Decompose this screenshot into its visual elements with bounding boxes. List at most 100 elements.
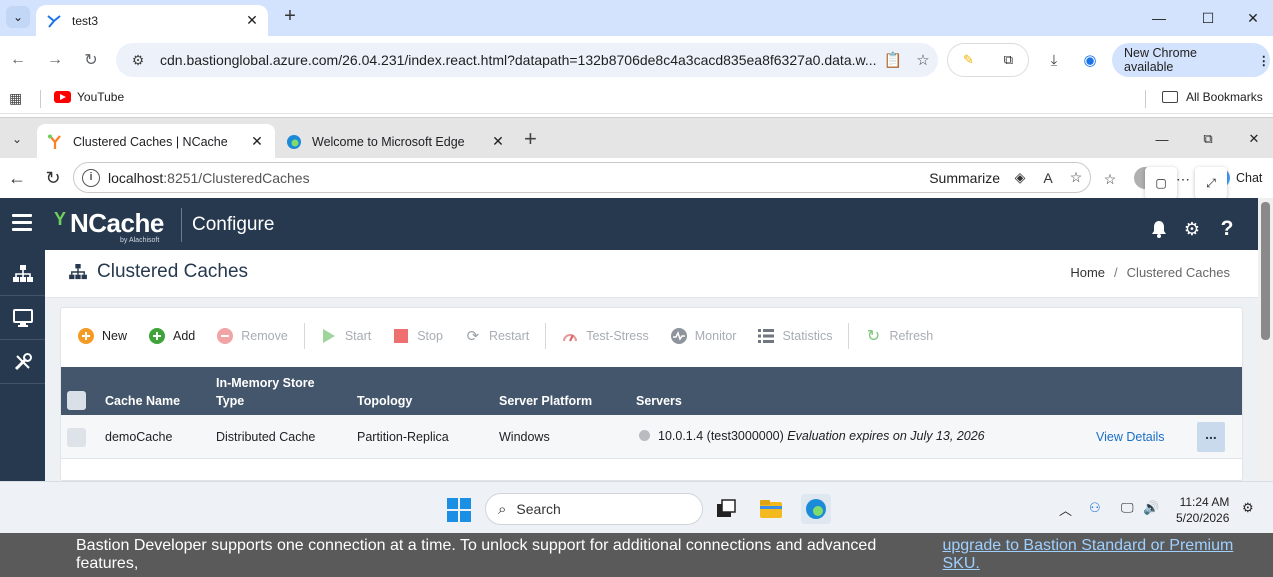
restart-button[interactable]: ⟳ Restart <box>465 328 530 345</box>
test-stress-button[interactable]: Test-Stress <box>562 328 649 344</box>
summarize-button[interactable]: Summarize <box>929 170 1000 186</box>
tab-welcome-edge[interactable]: Welcome to Microsoft Edge ✕ <box>276 124 516 159</box>
new-button[interactable]: New <box>78 328 127 344</box>
display-icon[interactable]: 🖵 <box>1121 500 1134 516</box>
split-screen-icon[interactable]: ▢ <box>1145 167 1177 199</box>
copilot-icon[interactable]: ◈ <box>1006 169 1034 186</box>
back-button[interactable]: ← <box>5 167 29 189</box>
clock-date: 5/20/2026 <box>1176 511 1230 525</box>
network-tray-icon[interactable]: ⚇ <box>1089 500 1101 516</box>
more-menu-icon[interactable]: ⋮ <box>1258 53 1271 68</box>
scrollbar-thumb[interactable] <box>1261 202 1270 340</box>
profile-icon[interactable]: ◉ <box>1078 48 1102 72</box>
system-clock[interactable]: 11:24 AM 5/20/2026 <box>1176 494 1229 526</box>
sidebar-item-monitor[interactable] <box>0 296 45 340</box>
select-all-checkbox[interactable] <box>67 391 86 410</box>
help-icon[interactable]: ? <box>1216 217 1238 240</box>
col-store-type-line2[interactable]: Type <box>216 394 244 408</box>
new-tab-button[interactable]: + <box>278 4 302 28</box>
task-view-icon[interactable] <box>713 496 739 522</box>
clipboard-icon[interactable]: 📋 <box>878 51 908 69</box>
notifications-icon[interactable]: ⚙ <box>1242 500 1254 516</box>
sidebar-item-tools[interactable] <box>0 340 45 384</box>
apps-grid-icon[interactable]: ▦ <box>9 90 22 107</box>
downloads-icon[interactable]: ⤓ <box>1042 48 1066 72</box>
sitemap-icon <box>69 264 87 280</box>
sidebar-item-clusters[interactable] <box>0 252 45 296</box>
play-icon <box>321 328 337 344</box>
back-button[interactable]: ← <box>6 48 30 72</box>
upgrade-link[interactable]: upgrade to Bastion Standard or Premium S… <box>942 537 1273 573</box>
table-row[interactable]: demoCache Distributed Cache Partition-Re… <box>61 415 1242 459</box>
fullscreen-icon[interactable]: ⤢ <box>1195 167 1227 199</box>
close-tab-icon[interactable]: ✕ <box>244 12 260 29</box>
read-aloud-icon[interactable]: A <box>1034 170 1062 186</box>
col-topology[interactable]: Topology <box>357 394 412 408</box>
ncache-logo[interactable]: Y NCache by Alachisoft <box>52 204 170 244</box>
edge-address-bar[interactable]: i localhost:8251/ClusteredCaches Summari… <box>73 162 1091 193</box>
edge-taskbar-icon[interactable] <box>801 494 831 524</box>
statistics-button[interactable]: Statistics <box>758 328 832 344</box>
col-store-type-line1[interactable]: In-Memory Store <box>216 376 315 390</box>
row-more-button[interactable]: ... <box>1197 422 1225 452</box>
bell-icon[interactable] <box>1148 218 1170 240</box>
new-tab-button[interactable]: + <box>524 126 537 152</box>
bookmark-youtube[interactable]: YouTube <box>54 90 124 104</box>
taskbar-search[interactable]: ⌕ Search <box>485 493 703 525</box>
cell-topology: Partition-Replica <box>357 430 449 444</box>
file-explorer-icon[interactable] <box>758 496 784 522</box>
tab-actions-button[interactable]: ⌄ <box>6 128 28 150</box>
monitor-button[interactable]: Monitor <box>670 328 736 344</box>
col-servers[interactable]: Servers <box>636 394 682 408</box>
outer-tab-test3[interactable]: test3 ✕ <box>36 5 268 36</box>
tab-search-button[interactable]: ⌄ <box>6 6 30 28</box>
tab-clustered-caches[interactable]: Clustered Caches | NCache ✕ <box>37 124 275 159</box>
outer-url-text: cdn.bastionglobal.azure.com/26.04.231/in… <box>160 52 877 68</box>
start-label: Start <box>344 329 372 343</box>
new-chrome-available-button[interactable]: New Chrome available ⋮ <box>1112 43 1270 77</box>
folder-icon <box>1162 91 1178 103</box>
page-header: Clustered Caches Home / Clustered Caches <box>45 250 1258 298</box>
refresh-button[interactable]: ↻ <box>41 167 65 189</box>
stop-button[interactable]: Stop <box>393 328 443 344</box>
all-bookmarks-button[interactable]: All Bookmarks <box>1162 90 1263 104</box>
edge-url: localhost:8251/ClusteredCaches <box>108 170 929 186</box>
outer-address-bar[interactable]: ⚙ cdn.bastionglobal.azure.com/26.04.231/… <box>116 43 938 77</box>
add-button[interactable]: Add <box>149 328 195 344</box>
view-details-link[interactable]: View Details <box>1096 430 1165 444</box>
forward-button[interactable]: → <box>43 48 67 72</box>
refresh-label: Refresh <box>889 329 934 343</box>
row-checkbox[interactable] <box>67 428 86 447</box>
puzzle-extensions-icon[interactable]: ⧉ <box>1004 52 1013 68</box>
ncache-favicon-icon <box>48 134 61 149</box>
site-info-icon[interactable]: i <box>82 168 100 187</box>
close-tab-icon[interactable]: ✕ <box>247 133 267 150</box>
highlighter-extension-icon[interactable]: ✎ <box>963 52 974 68</box>
remove-button[interactable]: Remove <box>217 328 288 344</box>
col-server-platform[interactable]: Server Platform <box>499 394 592 408</box>
minimize-window-button[interactable]: — <box>1139 123 1185 155</box>
favorite-star-icon[interactable]: ☆ <box>1062 169 1090 186</box>
site-info-icon[interactable]: ⚙ <box>126 52 150 69</box>
refresh-button[interactable]: ↻ Refresh <box>865 328 934 345</box>
reload-button[interactable]: ↻ <box>79 48 103 72</box>
favorites-icon[interactable]: ☆ <box>1099 168 1121 190</box>
chevron-up-icon[interactable]: ︿ <box>1059 500 1072 519</box>
close-window-button[interactable]: ✕ <box>1231 123 1273 155</box>
hamburger-menu-icon[interactable] <box>12 214 32 232</box>
minimize-window-button[interactable]: — <box>1136 0 1182 36</box>
maximize-window-button[interactable]: ☐ <box>1185 0 1231 36</box>
col-cache-name[interactable]: Cache Name <box>105 394 180 408</box>
close-window-button[interactable]: ✕ <box>1230 0 1273 36</box>
bookmark-star-icon[interactable]: ☆ <box>908 51 938 69</box>
cache-toolbar: New Add Remove Start Stop ⟳ Restart Test… <box>61 308 1242 364</box>
windows-start-icon[interactable] <box>447 498 471 522</box>
page-scrollbar[interactable] <box>1258 198 1273 481</box>
start-button[interactable]: Start <box>321 328 371 344</box>
search-icon: ⌕ <box>498 500 507 518</box>
gears-icon[interactable]: ⚙ <box>1181 218 1203 240</box>
breadcrumb-home[interactable]: Home <box>1070 265 1105 280</box>
close-tab-icon[interactable]: ✕ <box>488 133 508 150</box>
volume-icon[interactable]: 🔊 <box>1143 500 1159 516</box>
restore-window-button[interactable]: ⧉ <box>1185 123 1231 155</box>
